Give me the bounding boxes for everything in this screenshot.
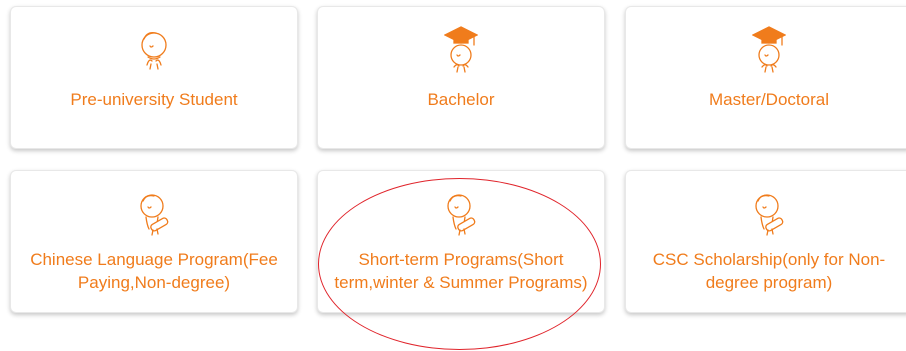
card-pre-university-student[interactable]: Pre-university Student [10, 6, 298, 149]
diploma-scroll-icon [444, 189, 478, 241]
graduation-cap-icon [752, 25, 786, 81]
card-short-term-programs[interactable]: Short-term Programs(Short term,winter & … [317, 170, 605, 313]
card-label: Master/Doctoral [709, 90, 829, 109]
card-label: Chinese Language Program(Fee Paying,Non-… [30, 250, 278, 292]
graduation-cap-icon [444, 25, 478, 81]
card-master-doctoral[interactable]: Master/Doctoral [625, 6, 906, 149]
student-face-icon [139, 25, 169, 77]
card-bachelor[interactable]: Bachelor [317, 6, 605, 149]
card-label: Bachelor [427, 90, 495, 109]
card-csc-scholarship[interactable]: CSC Scholarship(only for Non-degree prog… [625, 170, 906, 313]
card-label: Pre-university Student [70, 90, 238, 109]
diploma-scroll-icon [752, 189, 786, 241]
card-label: CSC Scholarship(only for Non-degree prog… [652, 250, 886, 292]
card-label: Short-term Programs(Short term,winter & … [334, 250, 588, 292]
card-chinese-language-program[interactable]: Chinese Language Program(Fee Paying,Non-… [10, 170, 298, 313]
diploma-scroll-icon [137, 189, 171, 241]
